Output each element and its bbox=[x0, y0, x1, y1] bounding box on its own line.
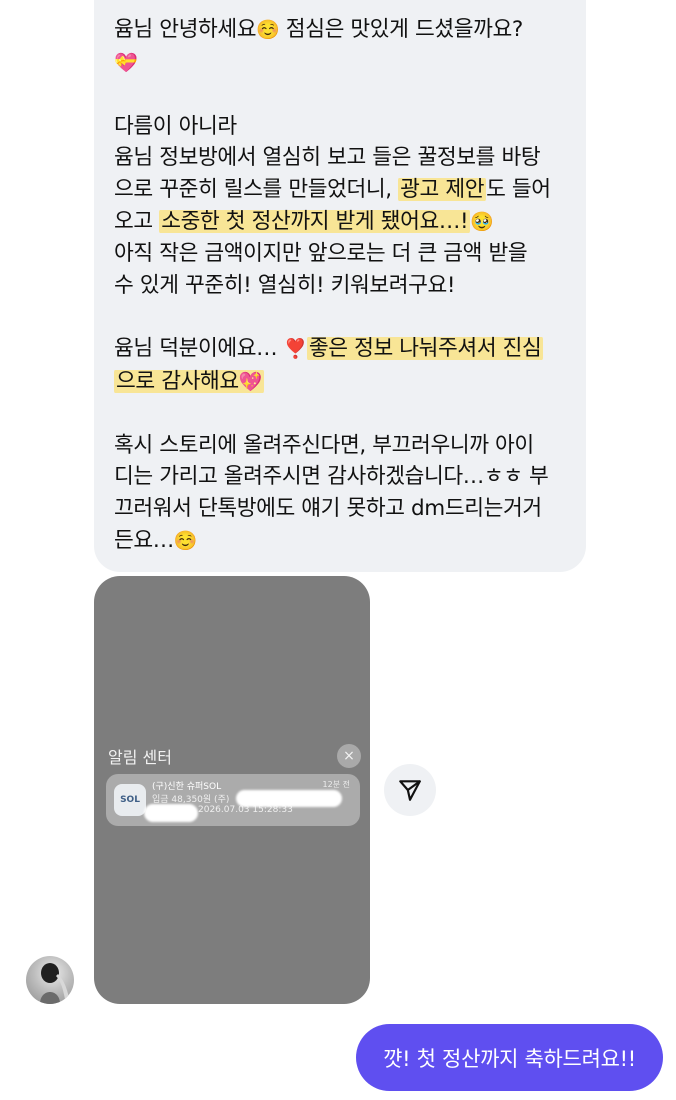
highlight-thanks-2: 으로 감사해요💖 bbox=[114, 368, 264, 394]
notification-app-name: (구)신한 슈퍼SOL bbox=[152, 782, 222, 792]
heart-exclamation-emoji: ❣️ bbox=[283, 337, 308, 360]
message-paragraph-story: 다름이 아니라 윰님 정보방에서 열심히 보고 들은 꿀정보를 바탕 으로 꾸준… bbox=[114, 113, 551, 298]
share-button[interactable] bbox=[384, 764, 436, 816]
avatar-photo bbox=[40, 963, 70, 1004]
redaction-mark bbox=[144, 804, 198, 822]
message-paragraph-greeting: 윰님 안녕하세요☺️ 점심은 맛있게 드셨을까요? 💝 bbox=[114, 17, 523, 74]
smiling-face-emoji: ☺️ bbox=[256, 19, 280, 41]
highlight-thanks-1: 좋은 정보 나눠주셔서 진심 bbox=[306, 335, 544, 361]
notification-center-title: 알림 센터 bbox=[108, 748, 172, 767]
redaction-mark bbox=[236, 790, 342, 807]
notification-screenshot-image[interactable]: 알림 센터 × SOL (구)신한 슈퍼SOL 12분 전 입금 48,350원… bbox=[94, 576, 370, 1004]
message-paragraph-request: 혹시 스토리에 올려주신다면, 부끄러우니까 아이 디는 가리고 올려주시면 감… bbox=[114, 432, 549, 553]
outgoing-message-bubble[interactable]: 꺗! 첫 정산까지 축하드려요!! bbox=[356, 1024, 663, 1091]
bank-notification-card: SOL (구)신한 슈퍼SOL 12분 전 입금 48,350원 (주) 202… bbox=[106, 774, 360, 826]
highlight-first-settlement: 소중한 첫 정산까지 받게 됐어요…! bbox=[159, 208, 471, 234]
send-icon bbox=[399, 780, 421, 801]
smiling-face-emoji: ☺️ bbox=[173, 529, 198, 552]
avatar[interactable] bbox=[26, 956, 74, 1004]
highlight-ad-offer: 광고 제안 bbox=[398, 176, 487, 202]
heart-ribbon-emoji: 💝 bbox=[114, 51, 138, 74]
notification-time: 12분 전 bbox=[322, 780, 350, 789]
close-icon: × bbox=[337, 744, 361, 768]
pleading-face-emoji: 🥹 bbox=[470, 210, 494, 233]
outgoing-message-text: 꺗! 첫 정산까지 축하드려요!! bbox=[383, 1046, 636, 1071]
sparkling-heart-emoji: 💖 bbox=[238, 370, 263, 393]
bank-app-icon: SOL bbox=[114, 784, 146, 816]
message-paragraph-thanks: 윰님 덕분이에요… ❣️좋은 정보 나눠주셔서 진심 으로 감사해요💖 bbox=[114, 335, 544, 394]
incoming-message-bubble[interactable]: 윰님 안녕하세요☺️ 점심은 맛있게 드셨을까요? 💝 다름이 아니라 윰님 정… bbox=[94, 0, 586, 572]
